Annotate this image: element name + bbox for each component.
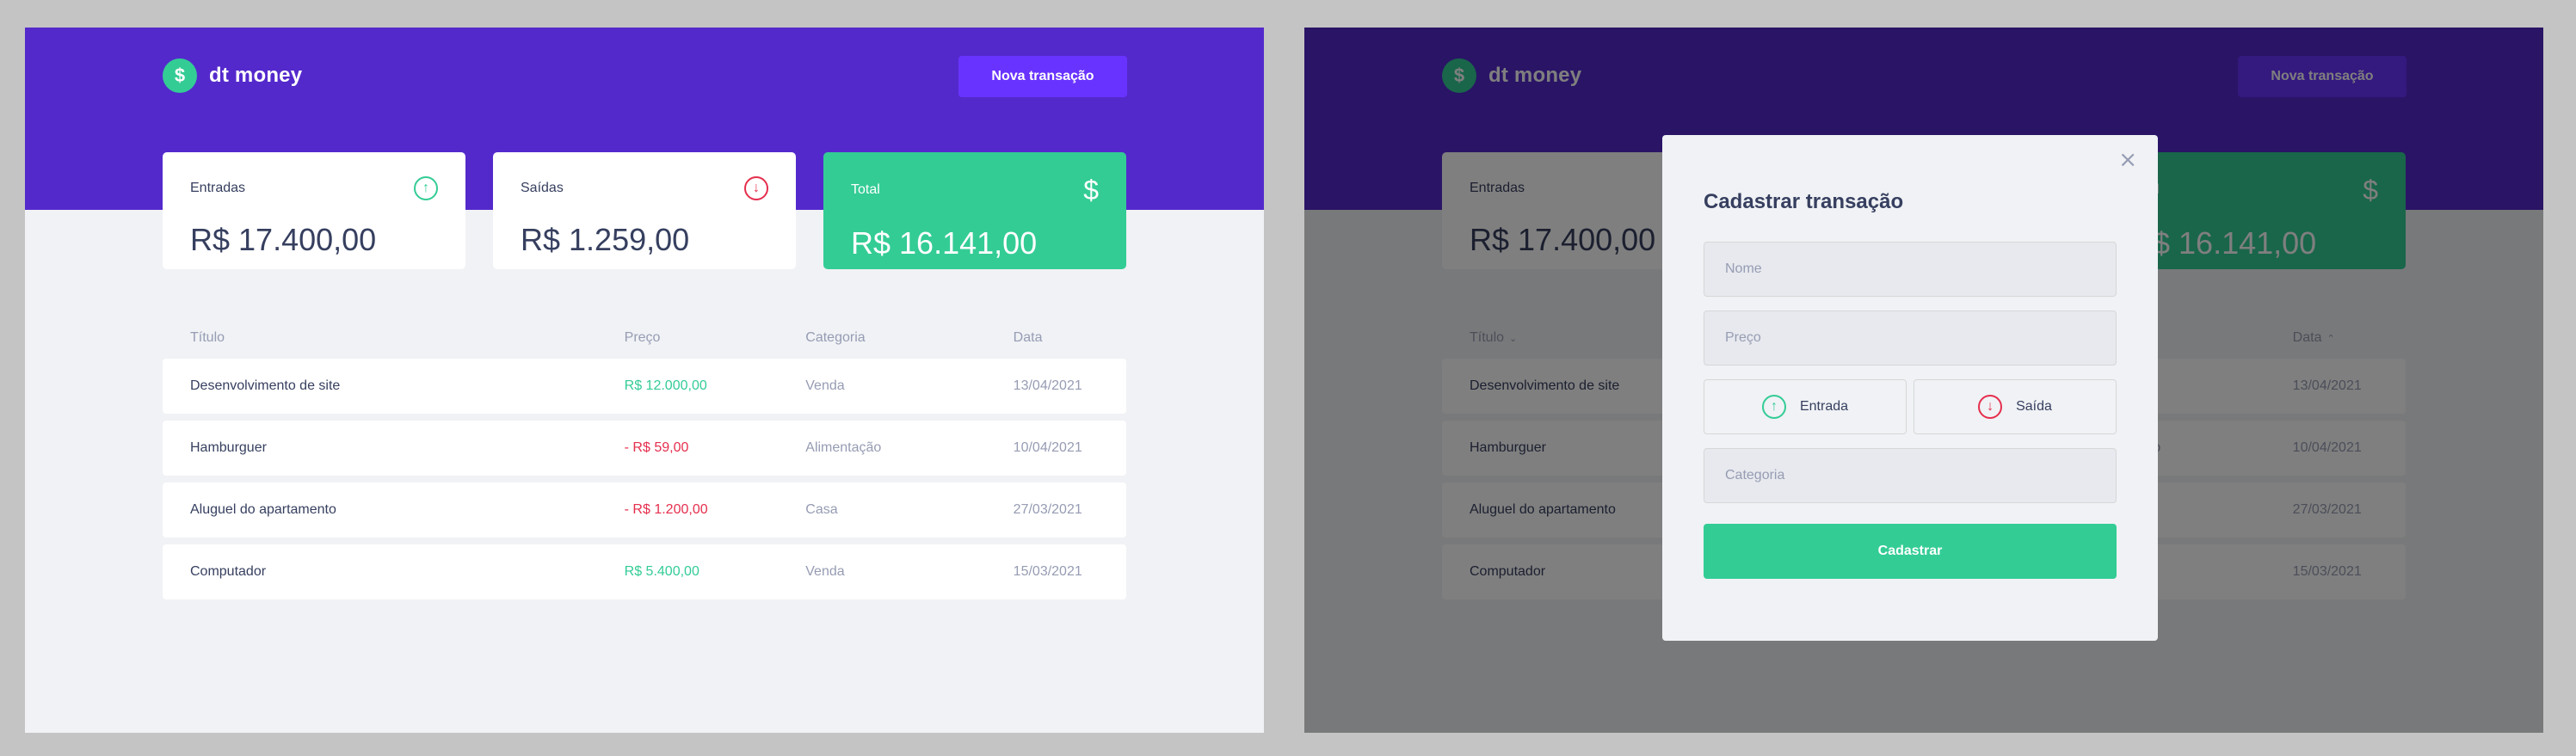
income-type-button[interactable]: ↑ Entrada xyxy=(1704,379,1907,434)
row-category: Casa xyxy=(805,502,838,517)
transactions-table: Título Preço Categoria Data Desenvolvime… xyxy=(163,317,1126,599)
total-value: R$ 16.141,00 xyxy=(851,225,1038,261)
row-price: R$ 12.000,00 xyxy=(624,378,707,393)
total-label: Total xyxy=(851,182,880,197)
total-card: Total $ R$ 16.141,00 xyxy=(823,152,1126,269)
row-category: Venda xyxy=(805,564,845,579)
row-date: 13/04/2021 xyxy=(1013,378,1082,393)
outcome-label: Saídas xyxy=(521,181,564,195)
row-title: Desenvolvimento de site xyxy=(190,378,341,393)
table-header: Título Preço Categoria Data xyxy=(163,317,1126,359)
income-type-label: Entrada xyxy=(1799,399,1849,414)
outcome-card: Saídas ↓ R$ 1.259,00 xyxy=(493,152,796,269)
arrow-circle-up-icon: ↑ xyxy=(1761,395,1786,419)
header-price[interactable]: Preço xyxy=(625,330,806,346)
dashboard-view-modal-open: $ dt money Nova transação Entradas ↑ R$ … xyxy=(1304,28,2543,733)
dashboard-view: $ dt money Nova transação Entradas ↑ R$ … xyxy=(25,28,1264,733)
header-title[interactable]: Título xyxy=(190,330,625,346)
new-transaction-modal: × Cadastrar transação ↑ Entrada ↓ Saída … xyxy=(1662,135,2158,641)
header-category[interactable]: Categoria xyxy=(805,330,1013,346)
outcome-value: R$ 1.259,00 xyxy=(521,222,690,257)
table-body: Desenvolvimento de site R$ 12.000,00 Ven… xyxy=(163,359,1126,599)
name-input[interactable] xyxy=(1704,242,2117,297)
row-title: Hamburguer xyxy=(190,440,267,455)
income-card: Entradas ↑ R$ 17.400,00 xyxy=(163,152,465,269)
row-category: Venda xyxy=(805,378,845,393)
row-category: Alimentação xyxy=(805,440,882,455)
price-input[interactable] xyxy=(1704,310,2117,366)
row-title: Aluguel do apartamento xyxy=(190,502,336,517)
table-row[interactable]: Aluguel do apartamento - R$ 1.200,00 Cas… xyxy=(163,482,1126,538)
row-date: 15/03/2021 xyxy=(1013,564,1082,579)
new-transaction-button[interactable]: Nova transação xyxy=(958,56,1127,97)
income-value: R$ 17.400,00 xyxy=(190,222,377,257)
dollar-icon: $ xyxy=(1083,175,1099,206)
table-row[interactable]: Computador R$ 5.400,00 Venda 15/03/2021 xyxy=(163,544,1126,599)
row-date: 27/03/2021 xyxy=(1013,502,1082,517)
row-price: - R$ 59,00 xyxy=(624,440,689,455)
arrow-circle-down-icon: ↓ xyxy=(1978,395,2003,419)
table-row[interactable]: Desenvolvimento de site R$ 12.000,00 Ven… xyxy=(163,359,1126,414)
app-name: dt money xyxy=(209,64,303,87)
header-date[interactable]: Data xyxy=(1014,330,1099,346)
table-row[interactable]: Hamburguer - R$ 59,00 Alimentação 10/04/… xyxy=(163,421,1126,476)
logo: $ dt money xyxy=(163,58,302,93)
modal-title: Cadastrar transação xyxy=(1704,190,1904,213)
dollar-logo-icon: $ xyxy=(163,58,197,93)
row-date: 10/04/2021 xyxy=(1013,440,1082,455)
arrow-circle-down-icon: ↓ xyxy=(744,176,768,200)
row-price: R$ 5.400,00 xyxy=(624,564,699,579)
income-label: Entradas xyxy=(190,181,246,195)
outcome-type-button[interactable]: ↓ Saída xyxy=(1914,379,2117,434)
row-price: - R$ 1.200,00 xyxy=(624,502,708,517)
submit-button[interactable]: Cadastrar xyxy=(1704,524,2117,579)
category-input[interactable] xyxy=(1704,448,2117,503)
outcome-type-label: Saída xyxy=(2016,399,2052,414)
close-icon[interactable]: × xyxy=(2118,149,2137,171)
row-title: Computador xyxy=(190,564,267,579)
arrow-circle-up-icon: ↑ xyxy=(414,176,438,200)
transaction-type-selector: ↑ Entrada ↓ Saída xyxy=(1704,379,2117,434)
